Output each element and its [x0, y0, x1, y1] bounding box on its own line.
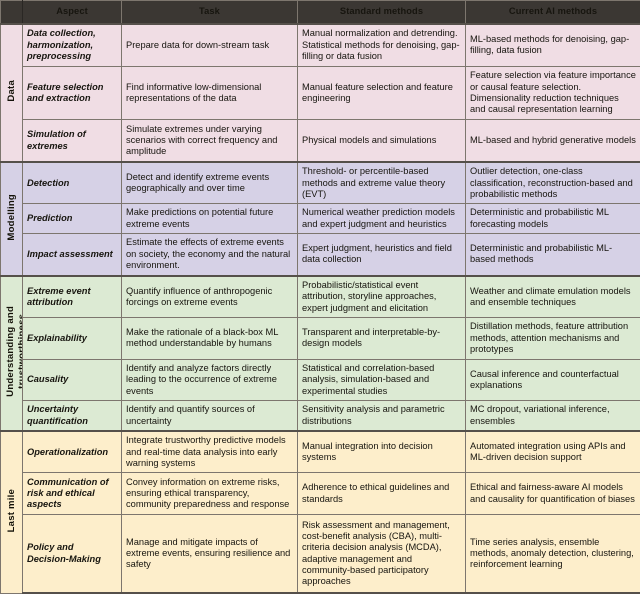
- table-row: Modelling Detection Detect and identify ex…: [0, 160, 640, 277]
- cell-task: Identify and quantify sources of uncerta…: [121, 400, 298, 432]
- cell-aspect: Causality: [22, 358, 122, 402]
- table-body: Data Data collection, harmonization, prep…: [0, 22, 640, 594]
- section-label-text: Understanding and trustworthiness: [5, 306, 23, 397]
- section-label-text: Modelling: [5, 193, 17, 241]
- cell-task: Estimate the effects of extreme events o…: [121, 232, 298, 277]
- cell-standard: Threshold- or percentile-based methods a…: [297, 160, 466, 205]
- cell-task: Make predictions on potential future ext…: [121, 203, 298, 234]
- section-label-last-mile: Last mile: [0, 429, 23, 594]
- cell-standard: Risk assessment and management, cost-ben…: [297, 514, 466, 594]
- cell-aspect: Communication of risk and ethical aspect…: [22, 472, 122, 516]
- cell-aspect: Explainability: [22, 317, 122, 360]
- methods-comparison-table: Aspect Task Standard methods Current AI …: [0, 0, 640, 594]
- cell-ai: Outlier detection, one-class classificat…: [465, 160, 640, 205]
- cell-ai: ML-based methods for denoising, gap-fill…: [465, 22, 640, 67]
- table-row: Data Data collection, harmonization, prep…: [0, 22, 640, 163]
- column-header-task: Task: [121, 0, 298, 25]
- table-row: Explainability Make the rationale of a bl…: [1, 317, 640, 360]
- cell-standard: Sensitivity analysis and parametric dist…: [297, 400, 466, 432]
- cell-standard: Manual integration into decision systems: [297, 429, 466, 474]
- cell-ai: Deterministic and probabilistic ML-based…: [465, 232, 640, 277]
- cell-ai: ML-based and hybrid generative models: [465, 119, 640, 163]
- table-row: Impact assessment Estimate the effects of…: [1, 232, 640, 277]
- cell-task: Manage and mitigate impacts of extreme e…: [121, 514, 298, 594]
- cell-standard: Manual normalization and detrending. Sta…: [297, 22, 466, 67]
- table-row: Uncertainty quantification Identify and q…: [1, 400, 640, 432]
- cell-ai: MC dropout, variational inference, ensem…: [465, 400, 640, 432]
- cell-standard: Expert judgment, heuristics and field da…: [297, 232, 466, 277]
- cell-ai: Automated integration using APIs and ML-…: [465, 429, 640, 474]
- table-row: Policy and Decision-Making Manage and mit…: [1, 514, 640, 594]
- cell-ai: Time series analysis, ensemble methods, …: [465, 514, 640, 594]
- table-header-row: Aspect Task Standard methods Current AI …: [0, 0, 640, 25]
- cell-aspect: Operationalization: [22, 429, 122, 474]
- cell-aspect: Prediction: [22, 203, 122, 234]
- cell-task: Integrate trustworthy predictive models …: [121, 429, 298, 474]
- cell-task: Detect and identify extreme events geogr…: [121, 160, 298, 205]
- table-row: Prediction Make predictions on potential …: [1, 203, 640, 234]
- cell-standard: Numerical weather prediction models and …: [297, 203, 466, 234]
- cell-task: Find informative low-dimensional represe…: [121, 65, 298, 121]
- table-row: Simulation of extremes Simulate extremes …: [1, 119, 640, 163]
- cell-standard: Physical models and simulations: [297, 119, 466, 163]
- cell-aspect: Extreme event attribution: [22, 274, 122, 319]
- column-header-section: [0, 0, 23, 25]
- cell-standard: Transparent and interpretable-by-design …: [297, 317, 466, 360]
- cell-standard: Manual feature selection and feature eng…: [297, 65, 466, 121]
- cell-ai: Causal inference and counterfactual expl…: [465, 358, 640, 402]
- cell-standard: Adherence to ethical guidelines and stan…: [297, 472, 466, 516]
- cell-ai: Feature selection via feature importance…: [465, 65, 640, 121]
- cell-aspect: Simulation of extremes: [22, 119, 122, 163]
- cell-aspect: Impact assessment: [22, 232, 122, 277]
- cell-standard: Probabilistic/statistical event attribut…: [297, 274, 466, 319]
- cell-standard: Statistical and correlation-based analys…: [297, 358, 466, 402]
- cell-task: Simulate extremes under varying scenario…: [121, 119, 298, 163]
- cell-ai: Deterministic and probabilistic ML forec…: [465, 203, 640, 234]
- column-header-aspect: Aspect: [22, 0, 122, 25]
- section-label-text: Last mile: [5, 488, 17, 533]
- cell-task: Identify and analyze factors directly le…: [121, 358, 298, 402]
- table-row: Feature selection and extraction Find inf…: [1, 65, 640, 121]
- cell-aspect: Feature selection and extraction: [22, 65, 122, 121]
- section-label-understanding-and-trustworthiness: Understanding and trustworthiness: [0, 274, 23, 432]
- cell-ai: Weather and climate emulation models and…: [465, 274, 640, 319]
- cell-aspect: Policy and Decision-Making: [22, 514, 122, 594]
- cell-aspect: Uncertainty quantification: [22, 400, 122, 432]
- cell-task: Make the rationale of a black-box ML met…: [121, 317, 298, 360]
- cell-ai: Ethical and fairness-aware AI models and…: [465, 472, 640, 516]
- cell-task: Prepare data for down-stream task: [121, 22, 298, 67]
- cell-aspect: Data collection, harmonization, preproce…: [22, 22, 122, 67]
- cell-aspect: Detection: [22, 160, 122, 205]
- cell-task: Quantify influence of anthropogenic forc…: [121, 274, 298, 319]
- table-row: Causality Identify and analyze factors di…: [1, 358, 640, 402]
- table-row: Last mile Operationalization Integrate tru…: [0, 429, 640, 594]
- section-label-data: Data: [0, 23, 23, 163]
- section-label-text: Data: [5, 80, 17, 103]
- cell-task: Convey information on extreme risks, ens…: [121, 472, 298, 516]
- column-header-current-ai-methods: Current AI methods: [465, 0, 640, 25]
- cell-ai: Distillation methods, feature attributio…: [465, 317, 640, 360]
- table-row: Communication of risk and ethical aspect…: [1, 472, 640, 516]
- column-header-standard-methods: Standard methods: [297, 0, 466, 25]
- table-row: Understanding and trustworthiness Extreme…: [0, 274, 640, 432]
- section-label-modelling: Modelling: [0, 160, 23, 277]
